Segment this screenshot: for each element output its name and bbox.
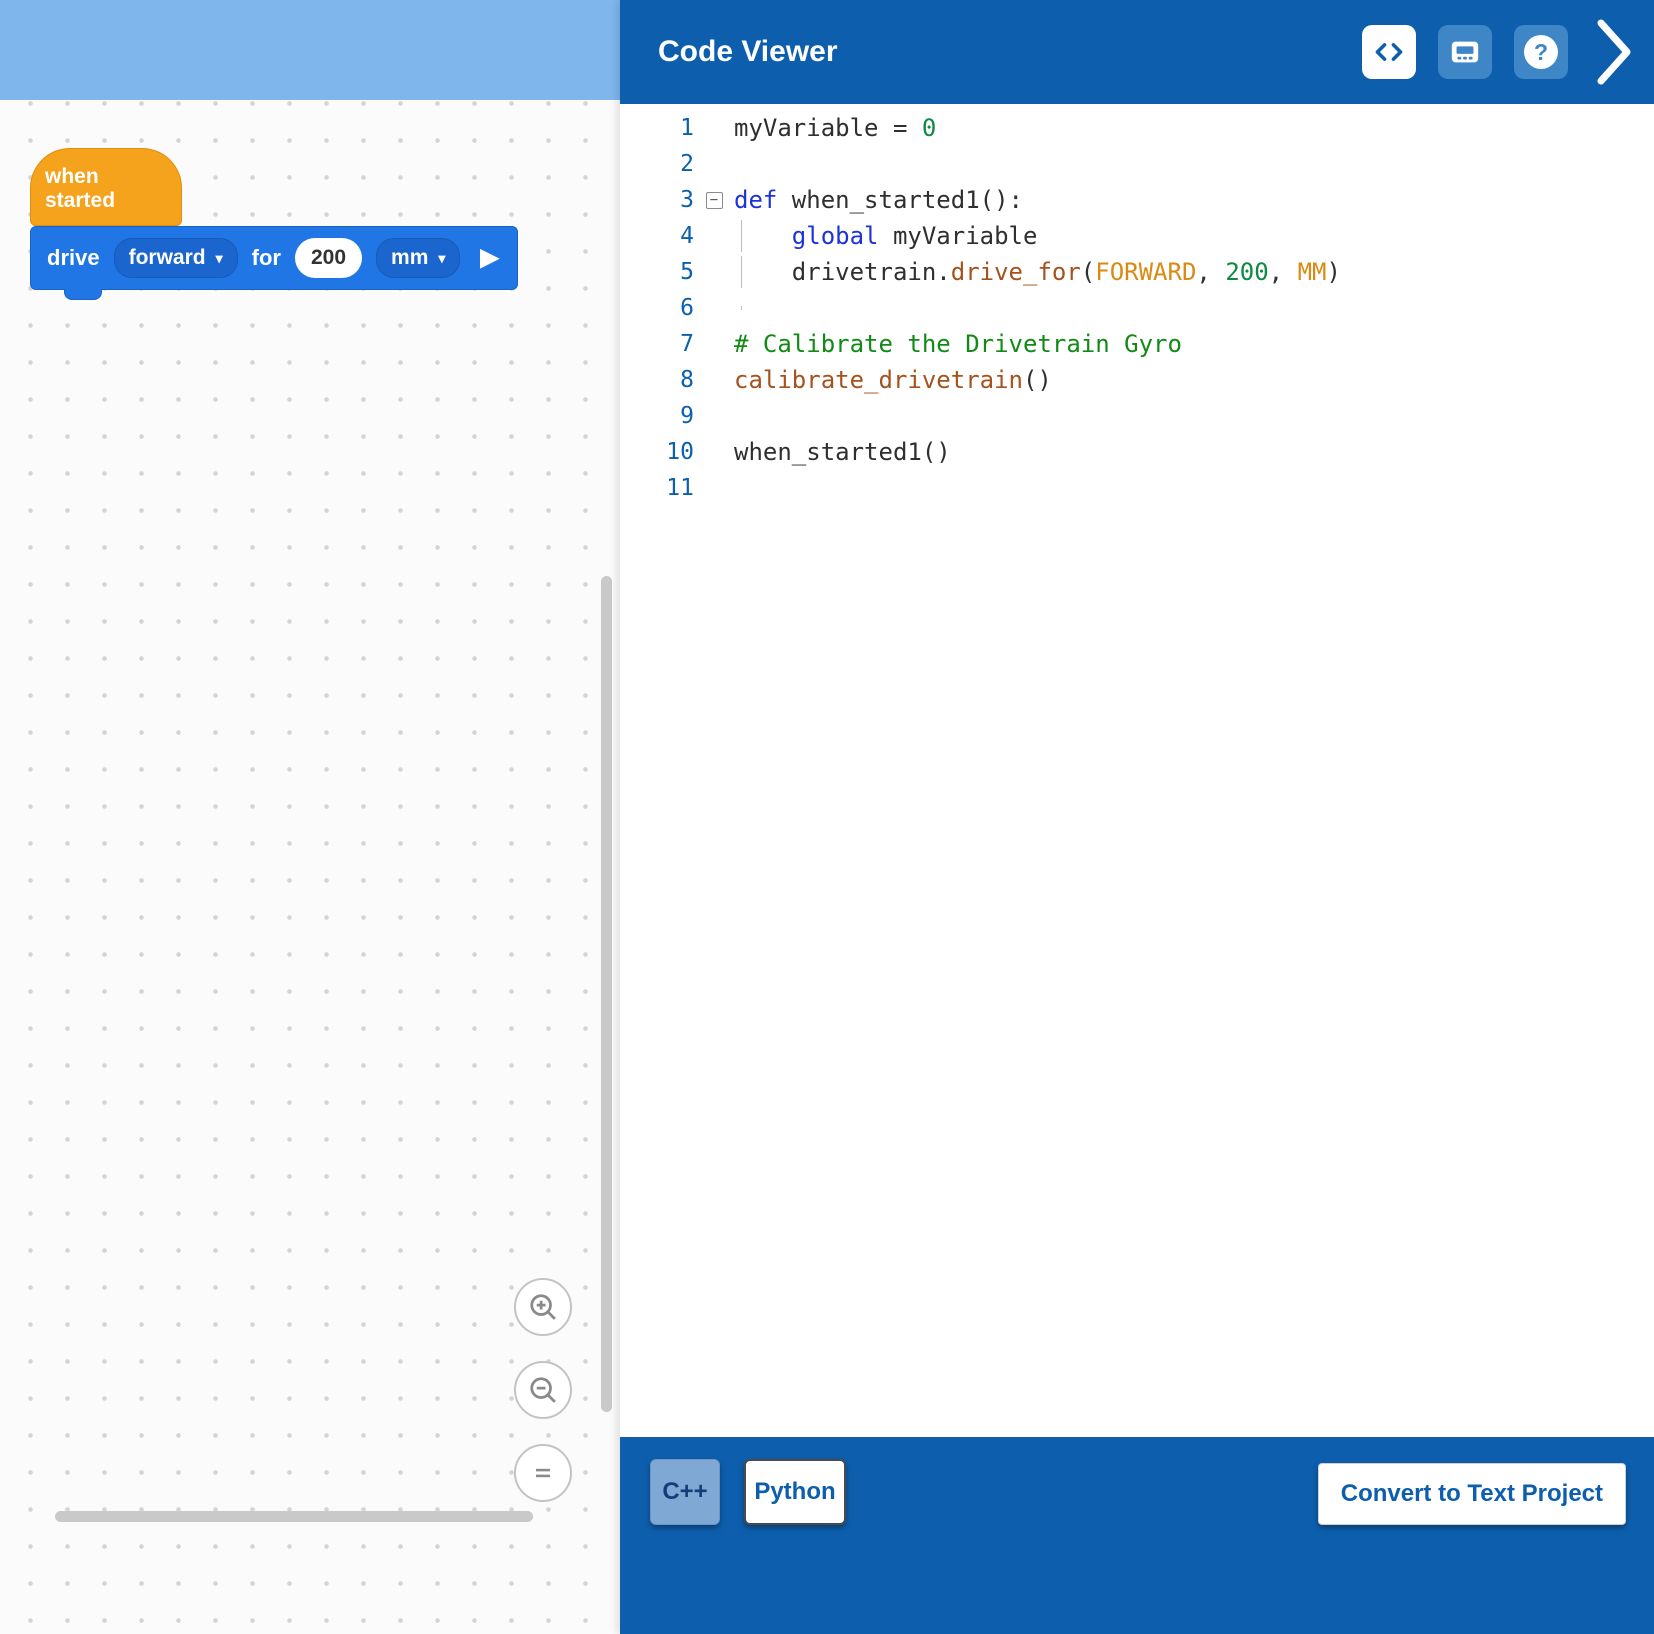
drive-block[interactable]: drive forward ▾ for 200 mm ▾ ▶ (30, 226, 518, 290)
code-text: when_started1() (734, 438, 1654, 466)
drive-block-connector-tab (64, 289, 102, 300)
drive-label: drive (47, 245, 100, 271)
code-line: 3−def when_started1(): (620, 182, 1654, 218)
zoom-out-icon (528, 1375, 558, 1405)
code-text: def when_started1(): (734, 186, 1654, 214)
zoom-reset-icon (529, 1459, 557, 1487)
line-number: 8 (620, 367, 694, 393)
brain-icon (1449, 37, 1481, 67)
code-line: 2 (620, 146, 1654, 182)
code-viewer-title: Code Viewer (658, 35, 838, 69)
when-started-block[interactable]: when started (30, 148, 182, 226)
code-line: 7 # Calibrate the Drivetrain Gyro (620, 326, 1654, 362)
code-viewer-panel: Code Viewer (620, 0, 1654, 1634)
drive-direction-dropdown[interactable]: forward ▾ (114, 238, 238, 278)
zoom-out-button[interactable] (514, 1361, 572, 1419)
drive-direction-value: forward (129, 246, 206, 270)
drive-distance-value: 200 (311, 246, 346, 270)
language-tab-cpp[interactable]: C++ (650, 1459, 720, 1525)
when-started-label: when started (45, 165, 167, 213)
code-text: calibrate_drivetrain() (734, 366, 1654, 394)
line-number: 6 (620, 295, 694, 321)
chevron-right-icon (1594, 15, 1634, 89)
line-number: 9 (620, 403, 694, 429)
language-tab-python[interactable]: Python (744, 1459, 846, 1525)
convert-to-text-project-button[interactable]: Convert to Text Project (1318, 1463, 1626, 1525)
collapse-panel-button[interactable] (1594, 15, 1634, 89)
code-line: 9 (620, 398, 1654, 434)
workspace-vertical-scrollbar[interactable] (601, 576, 612, 1412)
code-line: 4 global myVariable (620, 218, 1654, 254)
top-toolbar (0, 0, 620, 100)
line-number: 1 (620, 115, 694, 141)
drive-unit-value: mm (391, 246, 428, 270)
fold-marker-column: − (694, 192, 734, 209)
brain-button[interactable] (1438, 25, 1492, 79)
zoom-reset-button[interactable] (514, 1444, 572, 1502)
code-text: # Calibrate the Drivetrain Gyro (734, 330, 1654, 358)
line-number: 4 (620, 223, 694, 249)
line-number: 10 (620, 439, 694, 465)
run-block-play-icon[interactable]: ▶ (480, 246, 498, 270)
code-lines: 1myVariable = 023−def when_started1():4 … (620, 110, 1654, 506)
fold-collapse-icon[interactable]: − (706, 192, 723, 209)
zoom-in-icon (528, 1292, 558, 1322)
code-viewer-header: Code Viewer (620, 0, 1654, 104)
code-line: 11 (620, 470, 1654, 506)
header-actions: ? (1362, 0, 1634, 104)
help-button[interactable]: ? (1514, 25, 1568, 79)
line-number: 2 (620, 151, 694, 177)
code-area: 1myVariable = 023−def when_started1():4 … (620, 104, 1654, 1437)
line-number: 11 (620, 475, 694, 501)
code-brackets-icon (1373, 36, 1405, 68)
line-number: 5 (620, 259, 694, 285)
line-number: 7 (620, 331, 694, 357)
code-line: 5 drivetrain.drive_for(FORWARD, 200, MM) (620, 254, 1654, 290)
line-number: 3 (620, 187, 694, 213)
code-viewer-footer: C++ Python Convert to Text Project (620, 1437, 1654, 1634)
drive-unit-dropdown[interactable]: mm ▾ (376, 238, 460, 278)
code-line: 6 (620, 290, 1654, 326)
code-text: drivetrain.drive_for(FORWARD, 200, MM) (734, 258, 1654, 286)
drive-for-label: for (252, 245, 281, 271)
chevron-down-icon: ▾ (216, 251, 223, 265)
drive-distance-input[interactable]: 200 (295, 238, 362, 278)
code-line: 1 myVariable = 0 (620, 110, 1654, 146)
code-view-toggle-button[interactable] (1362, 25, 1416, 79)
chevron-down-icon: ▾ (438, 251, 445, 265)
app-root: when started drive forward ▾ for 200 mm … (0, 0, 1654, 1634)
code-line: 10 when_started1() (620, 434, 1654, 470)
code-text: myVariable = 0 (734, 114, 1654, 142)
blocks-workspace[interactable]: when started drive forward ▾ for 200 mm … (0, 100, 620, 1634)
code-text: global myVariable (734, 222, 1654, 250)
code-line: 8 calibrate_drivetrain() (620, 362, 1654, 398)
zoom-in-button[interactable] (514, 1278, 572, 1336)
question-mark-icon: ? (1524, 35, 1558, 69)
workspace-horizontal-scrollbar[interactable] (55, 1511, 533, 1522)
